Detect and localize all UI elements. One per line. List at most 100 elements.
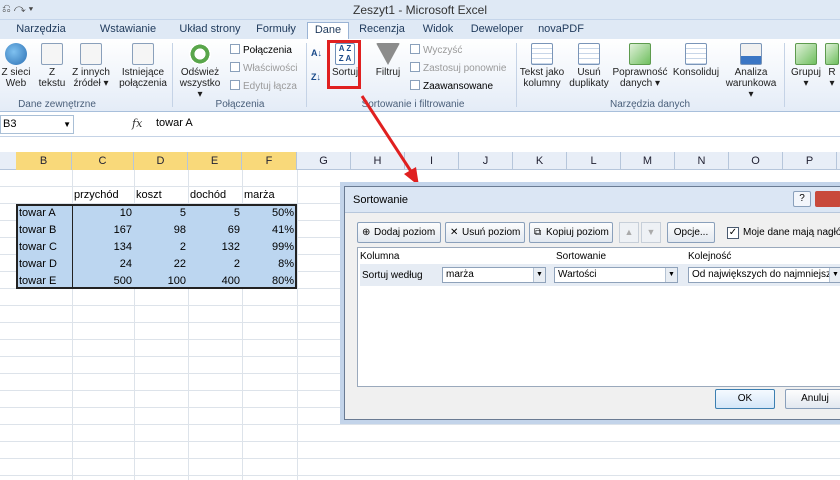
headers-checkbox[interactable]: ✓ bbox=[727, 227, 739, 239]
table-cell[interactable]: towar A bbox=[19, 205, 71, 222]
chevron-down-icon[interactable]: ▼ bbox=[829, 268, 840, 282]
table-cell[interactable]: 400 bbox=[188, 273, 242, 290]
close-button[interactable] bbox=[815, 191, 840, 207]
formula-input[interactable]: towar A bbox=[156, 117, 193, 129]
sort-a-z-icon[interactable]: A↓ bbox=[311, 47, 322, 60]
consolidate-button[interactable]: Konsoliduj bbox=[670, 43, 722, 78]
copy-level-button[interactable]: ⧉ Kopiuj poziom bbox=[529, 222, 613, 243]
header-przychod[interactable]: przychód bbox=[74, 187, 119, 204]
header-dochod[interactable]: dochód bbox=[190, 187, 226, 204]
reapply-label: Zastosuj ponownie bbox=[423, 63, 507, 74]
ribbon-separator bbox=[784, 43, 785, 107]
column-header-j[interactable]: J bbox=[459, 152, 513, 170]
from-web-button[interactable]: Z sieci Web bbox=[1, 43, 31, 89]
function-icon[interactable]: fx bbox=[132, 117, 142, 130]
column-header-o[interactable]: O bbox=[729, 152, 783, 170]
tab-data[interactable]: Dane bbox=[307, 22, 349, 39]
header-koszt[interactable]: koszt bbox=[136, 187, 162, 204]
refresh-all-button[interactable]: Odśwież wszystko ▾ bbox=[176, 43, 224, 100]
tab-page-layout[interactable]: Układ strony bbox=[174, 22, 246, 39]
column-header-f[interactable]: F bbox=[242, 152, 297, 170]
properties-button[interactable]: Właściwości bbox=[230, 62, 297, 75]
ungroup-button[interactable]: R ▾ bbox=[824, 43, 840, 89]
tab-novapdf[interactable]: novaPDF bbox=[535, 22, 587, 39]
column-header-n[interactable]: N bbox=[675, 152, 729, 170]
sort-z-a-icon[interactable]: Z↓ bbox=[311, 71, 321, 84]
from-other-sources-button[interactable]: Z innych źródeł ▾ bbox=[70, 43, 112, 89]
table-cell[interactable]: 134 bbox=[72, 239, 134, 256]
tab-insert[interactable]: Wstawianie bbox=[92, 22, 164, 39]
tab-review[interactable]: Recenzja bbox=[357, 22, 407, 39]
options-button[interactable]: Opcje... bbox=[667, 222, 715, 243]
table-cell[interactable]: 41% bbox=[242, 222, 296, 239]
table-cell[interactable]: 99% bbox=[242, 239, 296, 256]
header-marza[interactable]: marża bbox=[244, 187, 275, 204]
table-cell[interactable]: 22 bbox=[134, 256, 188, 273]
clear-button[interactable]: Wyczyść bbox=[410, 44, 462, 57]
tab-home[interactable]: Narzędzia główne bbox=[0, 22, 82, 50]
connections-button[interactable]: Połączenia bbox=[230, 44, 292, 57]
table-cell[interactable]: 5 bbox=[134, 205, 188, 222]
existing-connections-button[interactable]: Istniejące połączenia bbox=[118, 43, 168, 89]
chevron-down-icon[interactable]: ▼ bbox=[63, 116, 71, 133]
move-down-button[interactable]: ▼ bbox=[641, 222, 661, 243]
tab-developer[interactable]: Deweloper bbox=[468, 22, 526, 39]
table-cell[interactable]: 24 bbox=[72, 256, 134, 273]
delete-level-button[interactable]: ✕ Usuń poziom bbox=[445, 222, 525, 243]
cancel-button[interactable]: Anuluj bbox=[785, 389, 840, 409]
table-cell[interactable]: towar C bbox=[19, 239, 71, 256]
column-header-b[interactable]: B bbox=[16, 152, 72, 170]
what-if-analysis-button[interactable]: Analiza warunkowa ▾ bbox=[722, 43, 780, 100]
tab-formulas[interactable]: Formuły bbox=[254, 22, 298, 39]
table-cell[interactable]: 98 bbox=[134, 222, 188, 239]
from-text-button[interactable]: Z tekstu bbox=[35, 43, 69, 89]
order-select[interactable]: Od największych do najmniejszych ▼ bbox=[688, 267, 840, 283]
sort-level-row[interactable]: Sortuj według marża ▼ Wartości ▼ Od najw… bbox=[360, 264, 840, 286]
table-cell[interactable]: 500 bbox=[72, 273, 134, 290]
column-select[interactable]: marża ▼ bbox=[442, 267, 546, 283]
table-cell[interactable]: 8% bbox=[242, 256, 296, 273]
chevron-down-icon[interactable]: ▼ bbox=[665, 268, 677, 282]
group-button[interactable]: Grupuj ▾ bbox=[788, 43, 824, 89]
column-header-h[interactable]: H bbox=[351, 152, 405, 170]
table-cell[interactable]: 100 bbox=[134, 273, 188, 290]
ok-button[interactable]: OK bbox=[715, 389, 775, 409]
table-cell[interactable]: 69 bbox=[188, 222, 242, 239]
column-header-g[interactable]: G bbox=[297, 152, 351, 170]
text-to-columns-button[interactable]: Tekst jako kolumny bbox=[518, 43, 566, 89]
tab-view[interactable]: Widok bbox=[418, 22, 458, 39]
column-header-e[interactable]: E bbox=[188, 152, 242, 170]
move-up-button[interactable]: ▲ bbox=[619, 222, 639, 243]
edit-links-button[interactable]: Edytuj łącza bbox=[230, 80, 297, 93]
column-header-d[interactable]: D bbox=[134, 152, 188, 170]
add-level-button[interactable]: ⊕ Dodaj poziom bbox=[357, 222, 441, 243]
sort-highlight-box bbox=[327, 40, 361, 89]
reapply-button[interactable]: Zastosuj ponownie bbox=[410, 62, 506, 75]
column-header-i[interactable]: I bbox=[405, 152, 459, 170]
table-cell[interactable]: 2 bbox=[134, 239, 188, 256]
table-cell[interactable]: 80% bbox=[242, 273, 296, 290]
remove-duplicates-button[interactable]: Usuń duplikaty bbox=[566, 43, 612, 89]
table-cell[interactable]: 2 bbox=[188, 256, 242, 273]
filter-button[interactable]: Filtruj bbox=[372, 43, 404, 78]
table-cell[interactable]: towar D bbox=[19, 256, 71, 273]
table-cell[interactable]: 5 bbox=[188, 205, 242, 222]
table-cell[interactable]: 10 bbox=[72, 205, 134, 222]
column-header-k[interactable]: K bbox=[513, 152, 567, 170]
advanced-button[interactable]: Zaawansowane bbox=[410, 80, 493, 93]
table-cell[interactable]: towar B bbox=[19, 222, 71, 239]
chevron-down-icon[interactable]: ▼ bbox=[533, 268, 545, 282]
help-button[interactable]: ? bbox=[793, 191, 811, 207]
sort-on-select[interactable]: Wartości ▼ bbox=[554, 267, 678, 283]
table-cell[interactable]: 132 bbox=[188, 239, 242, 256]
table-cell[interactable]: towar E bbox=[19, 273, 71, 290]
table-cell[interactable]: 167 bbox=[72, 222, 134, 239]
name-box[interactable]: B3 ▼ bbox=[0, 115, 74, 134]
data-validation-button[interactable]: Poprawność danych ▾ bbox=[612, 43, 668, 89]
table-cell[interactable]: 50% bbox=[242, 205, 296, 222]
validation-icon bbox=[629, 43, 651, 65]
column-header-l[interactable]: L bbox=[567, 152, 621, 170]
column-header-c[interactable]: C bbox=[72, 152, 134, 170]
column-header-m[interactable]: M bbox=[621, 152, 675, 170]
column-header-p[interactable]: P bbox=[783, 152, 837, 170]
